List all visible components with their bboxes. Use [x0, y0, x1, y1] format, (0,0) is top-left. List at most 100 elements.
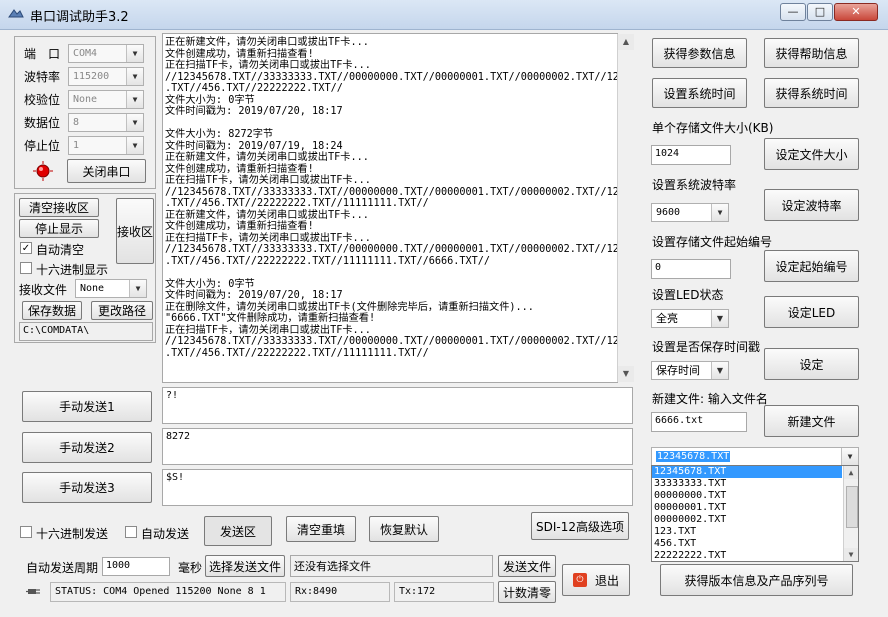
app-icon: [8, 9, 24, 18]
sdi12-advanced-button[interactable]: SDI-12高级选项: [531, 512, 629, 540]
receive-file-label: 接收文件: [19, 283, 68, 297]
led-select[interactable]: 全亮 ▼: [651, 309, 729, 328]
hex-display-checkbox[interactable]: [20, 262, 32, 274]
send-field-1[interactable]: ?!: [162, 387, 633, 424]
file-list-item[interactable]: 123.TXT: [652, 526, 858, 538]
baud-label: 波特率: [24, 70, 61, 84]
clear-count-button[interactable]: 计数清零: [498, 581, 556, 603]
start-num-input[interactable]: 0: [651, 259, 731, 279]
scroll-up-icon[interactable]: ▲: [844, 466, 858, 479]
scroll-down-icon[interactable]: ▼: [844, 548, 858, 561]
receive-log[interactable]: 正在新建文件，请勿关闭串口或拔出TF卡... 文件创建成功，请重新扫描查看! 正…: [162, 33, 618, 383]
send-field-2[interactable]: 8272: [162, 428, 633, 465]
get-system-time-button[interactable]: 获得系统时间: [764, 78, 859, 108]
set-file-size-button[interactable]: 设定文件大小: [764, 138, 859, 170]
auto-clear-label: 自动清空: [36, 243, 85, 257]
set-led-button[interactable]: 设定LED: [764, 296, 859, 328]
databits-select[interactable]: 8 ▼: [68, 113, 144, 132]
parity-value: None: [73, 94, 98, 105]
clear-refill-button[interactable]: 清空重填: [286, 516, 356, 542]
stop-display-button[interactable]: 停止显示: [19, 219, 99, 238]
minimize-button[interactable]: —: [780, 3, 806, 21]
chevron-down-icon: ▼: [126, 137, 143, 154]
stopbits-label: 停止位: [24, 139, 61, 153]
save-timestamp-select[interactable]: 保存时间 ▼: [651, 361, 729, 380]
tx-count: Tx:172: [394, 582, 494, 602]
port-label: 端 口: [24, 47, 61, 61]
file-list-item[interactable]: 00000002.TXT: [652, 514, 858, 526]
status-text: STATUS: COM4 Opened 115200 None 8 1: [50, 582, 286, 602]
set-system-time-button[interactable]: 设置系统时间: [652, 78, 747, 108]
manual-send-1-button[interactable]: 手动发送1: [22, 391, 152, 422]
chevron-down-icon: ▼: [129, 280, 146, 297]
new-file-input[interactable]: 6666.txt: [651, 412, 747, 432]
chevron-down-icon: ▼: [126, 91, 143, 108]
receive-area-button[interactable]: 接收区: [116, 198, 154, 264]
choose-send-file-button[interactable]: 选择发送文件: [205, 555, 285, 577]
set-baud-button[interactable]: 设定波特率: [764, 189, 859, 221]
file-list-item[interactable]: 456.TXT: [652, 538, 858, 550]
port-select[interactable]: COM4 ▼: [68, 44, 144, 63]
hex-display-label: 十六进制显示: [36, 263, 109, 277]
chevron-down-icon: ▼: [711, 362, 728, 379]
auto-clear-checkbox[interactable]: ✓: [20, 242, 32, 254]
send-field-3[interactable]: $S!: [162, 469, 633, 506]
exit-label: 退出: [594, 573, 619, 588]
send-file-status: 还没有选择文件: [290, 555, 493, 577]
stopbits-select[interactable]: 1 ▼: [68, 136, 144, 155]
file-list-scrollbar[interactable]: ▲ ▼: [843, 466, 858, 561]
receive-file-select[interactable]: None ▼: [75, 279, 147, 298]
scroll-thumb[interactable]: [846, 486, 858, 528]
file-list-dropdown[interactable]: 12345678.TXT 33333333.TXT 00000000.TXT 0…: [651, 465, 859, 562]
file-list-item[interactable]: 00000001.TXT: [652, 502, 858, 514]
save-timestamp-label: 设置是否保存时间戳: [652, 340, 761, 354]
send-area-button[interactable]: 发送区: [204, 516, 272, 546]
hex-send-checkbox[interactable]: [20, 526, 32, 538]
new-file-button[interactable]: 新建文件: [764, 405, 859, 437]
file-list-item[interactable]: 22222222.TXT: [652, 550, 858, 562]
save-path-field: C:\COMDATA\: [19, 322, 153, 341]
auto-send-checkbox[interactable]: [125, 526, 137, 538]
manual-send-2-button[interactable]: 手动发送2: [22, 432, 152, 463]
title-bar: [0, 0, 888, 30]
new-file-label: 新建文件: 输入文件名: [652, 392, 768, 406]
set-start-num-button[interactable]: 设定起始编号: [764, 250, 859, 282]
send-file-button[interactable]: 发送文件: [498, 555, 556, 577]
file-select[interactable]: 12345678.TXT ▼: [651, 447, 859, 466]
change-path-button[interactable]: 更改路径: [91, 301, 153, 320]
close-window-button[interactable]: ✕: [834, 3, 878, 21]
hex-send-label: 十六进制发送: [36, 527, 109, 541]
get-version-button[interactable]: 获得版本信息及产品序列号: [660, 564, 853, 596]
file-list-item[interactable]: 33333333.TXT: [652, 478, 858, 490]
sys-baud-value: 9600: [656, 207, 681, 218]
clear-receive-button[interactable]: 清空接收区: [19, 198, 99, 217]
auto-send-period-label: 自动发送周期: [26, 561, 99, 575]
save-data-button[interactable]: 保存数据: [22, 301, 82, 320]
get-help-button[interactable]: 获得帮助信息: [764, 38, 859, 68]
sys-baud-label: 设置系统波特率: [652, 178, 737, 192]
auto-send-period-input[interactable]: 1000: [102, 557, 170, 576]
receive-log-scrollbar[interactable]: ▲ ▼: [617, 34, 634, 382]
baud-select[interactable]: 115200 ▼: [68, 67, 144, 86]
chevron-down-icon: ▼: [841, 448, 858, 465]
file-list-item[interactable]: 12345678.TXT: [652, 466, 842, 478]
window-title: 串口调试助手3.2: [30, 10, 129, 25]
maximize-button[interactable]: □: [807, 3, 833, 21]
exit-button[interactable]: ⏻ 退出: [562, 564, 630, 596]
manual-send-3-button[interactable]: 手动发送3: [22, 472, 152, 503]
file-list-item[interactable]: 00000000.TXT: [652, 490, 858, 502]
restore-default-button[interactable]: 恢复默认: [369, 516, 439, 542]
set-timestamp-button[interactable]: 设定: [764, 348, 859, 380]
get-params-button[interactable]: 获得参数信息: [652, 38, 747, 68]
close-port-button[interactable]: 关闭串口: [67, 159, 146, 183]
file-size-input[interactable]: 1024: [651, 145, 731, 165]
scroll-down-icon[interactable]: ▼: [618, 366, 634, 382]
chevron-down-icon: ▼: [711, 310, 728, 327]
baud-value: 115200: [73, 71, 110, 82]
parity-select[interactable]: None ▼: [68, 90, 144, 109]
ms-label: 毫秒: [178, 561, 203, 575]
sys-baud-select[interactable]: 9600 ▼: [651, 203, 729, 222]
start-num-label: 设置存储文件起始编号: [652, 235, 773, 249]
scroll-up-icon[interactable]: ▲: [618, 34, 634, 50]
databits-label: 数据位: [24, 116, 61, 130]
